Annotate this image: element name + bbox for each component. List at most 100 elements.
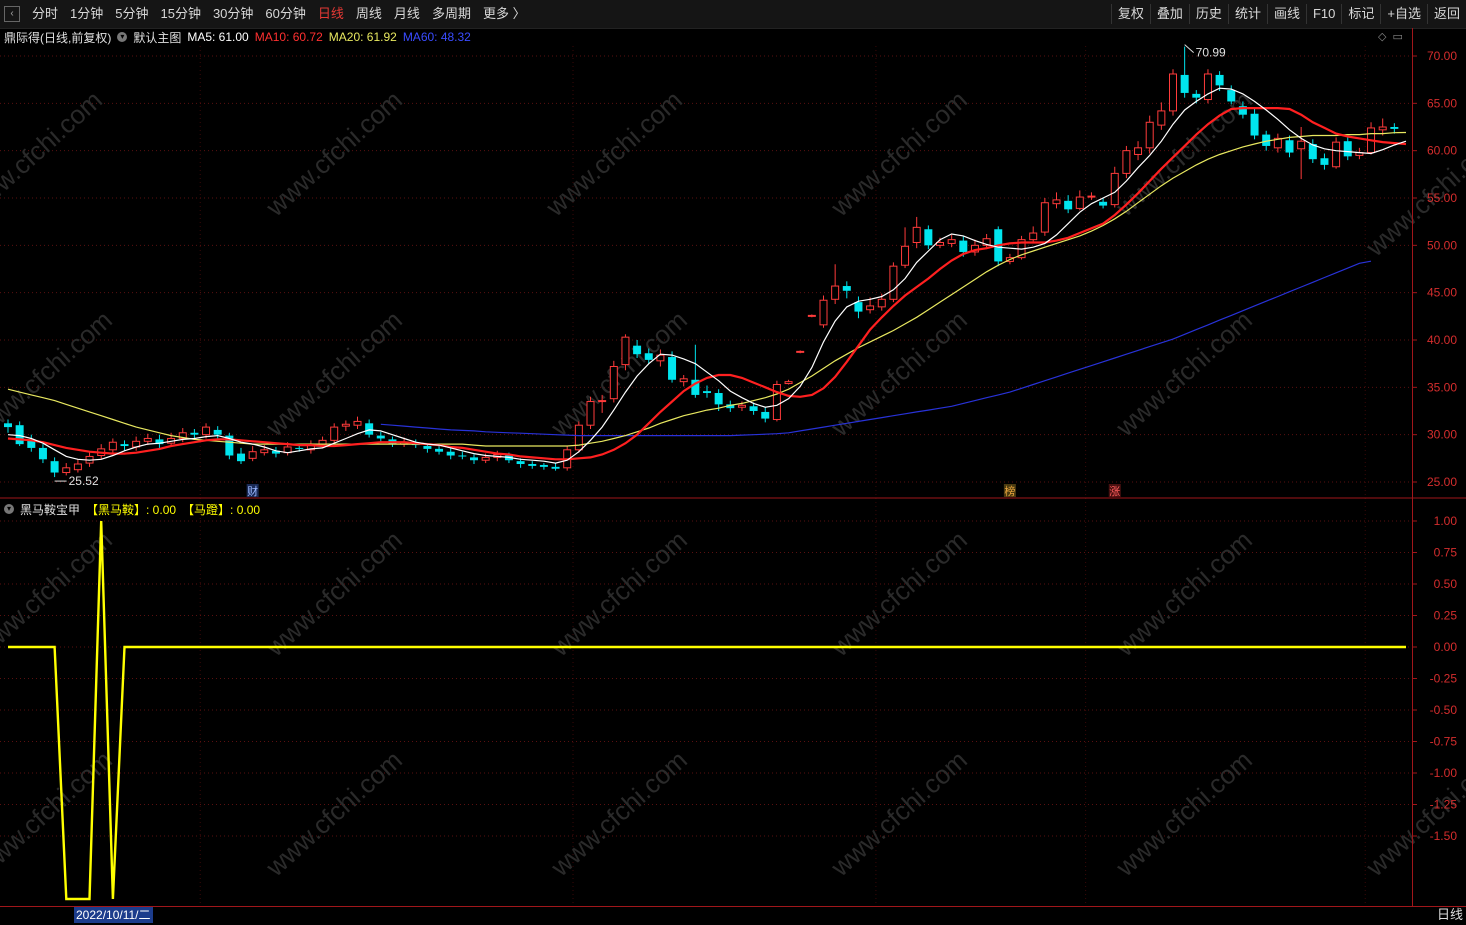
candle-body-up (481, 456, 490, 461)
candle-body-up (772, 383, 781, 421)
candle-body-up (248, 451, 257, 459)
candle-body-up (1075, 196, 1084, 209)
low-price-label: 25.52 (69, 474, 99, 488)
candle-body-down (1064, 200, 1073, 210)
candle-body-down (714, 393, 723, 405)
kline-chart-canvas[interactable]: www.cfchi.com www.cfchi.com www.cfchi.com w… (0, 0, 1466, 924)
candle-body-down (50, 461, 59, 473)
watermark-text: www.cfchi.com (544, 745, 693, 883)
candle-body-up (784, 381, 793, 385)
sub-tick-label: -0.25 (1430, 672, 1458, 686)
candle-body-down (528, 464, 537, 466)
sub-tick-label: 0.50 (1434, 577, 1458, 591)
watermark-text: www.cfchi.com (259, 525, 408, 663)
date-axis-bar (0, 906, 1466, 925)
candle-body-down (854, 302, 863, 312)
dropdown-circle-icon[interactable]: ▾ (117, 32, 128, 42)
diamond-icon[interactable]: ◇ (1378, 30, 1386, 43)
sub-tick-label: -0.75 (1430, 735, 1458, 749)
period-label[interactable]: 日线 (1437, 906, 1463, 924)
candle-body-down (376, 435, 385, 439)
candle-body-down (1099, 201, 1108, 206)
sub-indicator-name[interactable]: 黑马鞍宝甲 (20, 501, 80, 518)
candle-body-up (1110, 172, 1119, 206)
candle-body-down (539, 464, 548, 467)
main-gridlines (0, 46, 1412, 906)
main-chart-legend: 鼎际得(日线,前复权) ▾ 默认主图 MA5: 61.00 MA10: 60.7… (4, 28, 471, 46)
candle-body-down (1320, 158, 1329, 165)
candle-body-down (668, 357, 677, 380)
watermark-text: www.cfchi.com (0, 305, 118, 443)
watermark-text: www.cfchi.com (539, 85, 688, 223)
stock-title: 鼎际得(日线,前复权) (4, 30, 112, 45)
candle-body-down (959, 240, 968, 252)
sub-tick-label: 0.00 (1434, 640, 1458, 654)
sub-chart-legend: ▾ 黑马鞍宝甲 【黑马鞍】: 0.00 【马蹬】: 0.00 (4, 500, 260, 518)
event-mark-label: 涨 (1109, 485, 1120, 498)
watermark-text: www.cfchi.com (824, 305, 973, 443)
ma10-value: MA10: 60.72 (254, 30, 323, 44)
ma20-value: MA20: 61.92 (328, 30, 397, 44)
candle-body-down (1343, 141, 1352, 157)
main-tick-label: 65.00 (1427, 96, 1457, 110)
main-tick-label: 40.00 (1427, 333, 1457, 347)
watermark-text: www.cfchi.com (259, 85, 408, 223)
candle-body-up (807, 314, 816, 317)
candle-body-up (1122, 150, 1131, 174)
candle-body-up (1087, 195, 1096, 198)
candle-body-up (1029, 232, 1038, 241)
candle-body-up (1378, 126, 1387, 131)
watermark-text: www.cfchi.com (824, 525, 973, 663)
high-pointer (1184, 44, 1194, 54)
main-tick-label: 60.00 (1427, 144, 1457, 158)
ma5-value: MA5: 61.00 (187, 30, 249, 44)
candle-body-down (761, 411, 770, 419)
dropdown-circle-icon[interactable]: ▾ (4, 504, 14, 514)
sub-tick-label: 0.75 (1434, 546, 1458, 560)
candle-body-down (749, 406, 758, 411)
candle-body-up (877, 298, 886, 308)
candle-body-down (1180, 74, 1189, 93)
candle-body-up (901, 245, 910, 266)
main-tick-label: 30.00 (1427, 428, 1457, 442)
candle-body-up (679, 378, 688, 383)
candle-body-up (598, 400, 607, 403)
watermark-text: www.cfchi.com (0, 85, 108, 223)
candle-body-down (1227, 90, 1236, 102)
main-indicator-name[interactable]: 默认主图 (133, 29, 181, 46)
main-tick-label: 55.00 (1427, 191, 1457, 205)
candle-body-up (737, 404, 746, 408)
window-icon[interactable]: ▭ (1392, 30, 1402, 43)
watermark-text: www.cfchi.com (259, 745, 408, 883)
candlestick-series (4, 46, 1399, 478)
watermark-text: www.cfchi.com (824, 85, 973, 223)
sub-tick-label: -1.25 (1430, 798, 1458, 812)
candle-body-down (1250, 113, 1259, 136)
candle-body-up (586, 401, 595, 426)
sub-line2-value: 【马蹬】: 0.00 (182, 502, 261, 517)
candle-body-up (108, 441, 117, 451)
candle-body-down (470, 457, 478, 461)
candle-body-down (237, 453, 245, 462)
candle-body-down (1215, 74, 1224, 86)
candle-body-up (1297, 140, 1306, 150)
candle-body-down (842, 286, 851, 291)
candle-body-down (924, 229, 933, 246)
candle-body-down (1285, 140, 1294, 153)
candle-body-down (15, 425, 24, 445)
sub-tick-label: -1.50 (1430, 829, 1458, 843)
candle-body-down (633, 345, 642, 355)
candle-body-up (353, 420, 362, 426)
candle-body-up (831, 285, 840, 300)
candle-body-up (574, 424, 583, 451)
chart-corner-icons: ◇ ▭ (1378, 30, 1408, 43)
candle-body-down (435, 448, 444, 452)
main-tick-label: 70.00 (1427, 49, 1457, 63)
main-tick-label: 45.00 (1427, 286, 1457, 300)
watermark-text: www.cfchi.com (1109, 305, 1258, 443)
watermark-text: www.cfchi.com (1109, 745, 1258, 883)
candle-body-up (62, 467, 71, 474)
candle-body-up (341, 423, 350, 427)
sub-line1-value: 【黑马鞍】: 0.00 (86, 502, 177, 517)
candle-body-down (516, 461, 525, 465)
